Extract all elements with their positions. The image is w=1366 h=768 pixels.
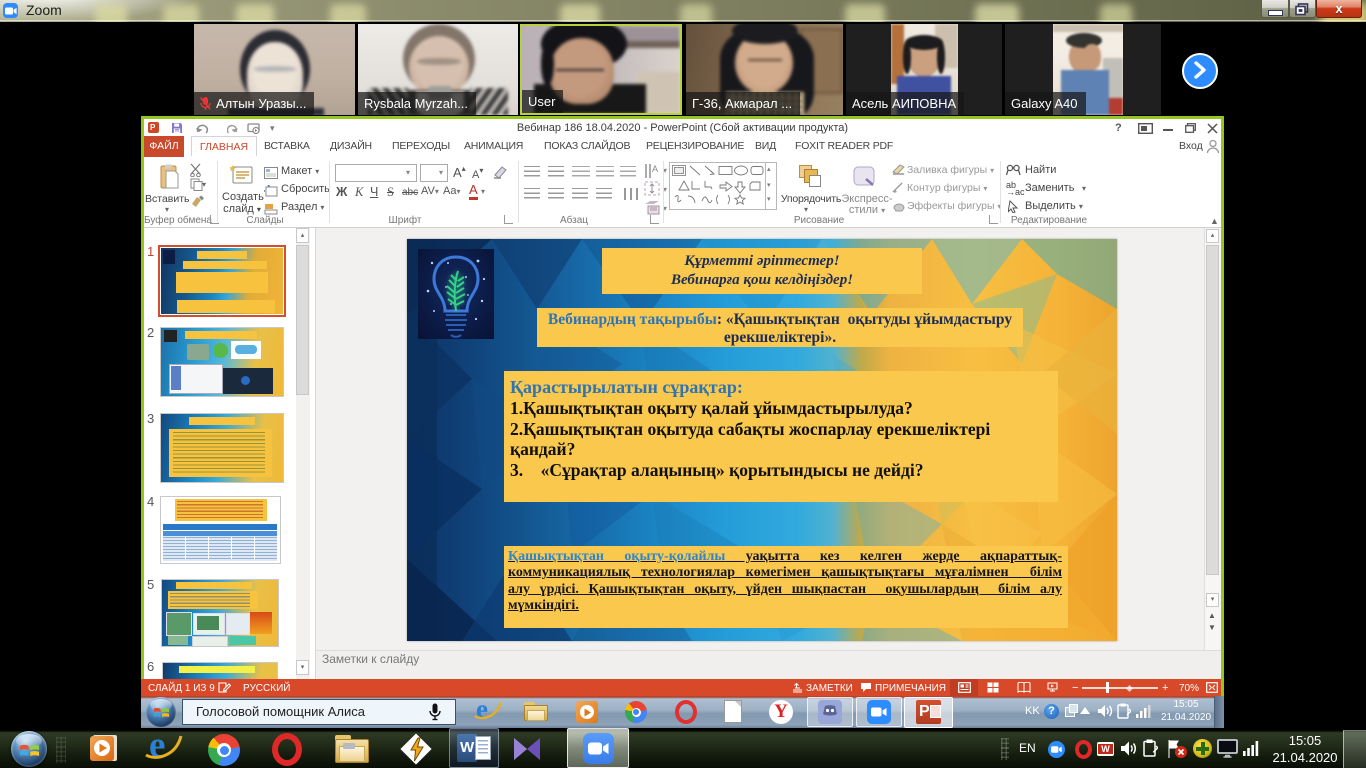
svg-text:A: A xyxy=(652,164,658,174)
